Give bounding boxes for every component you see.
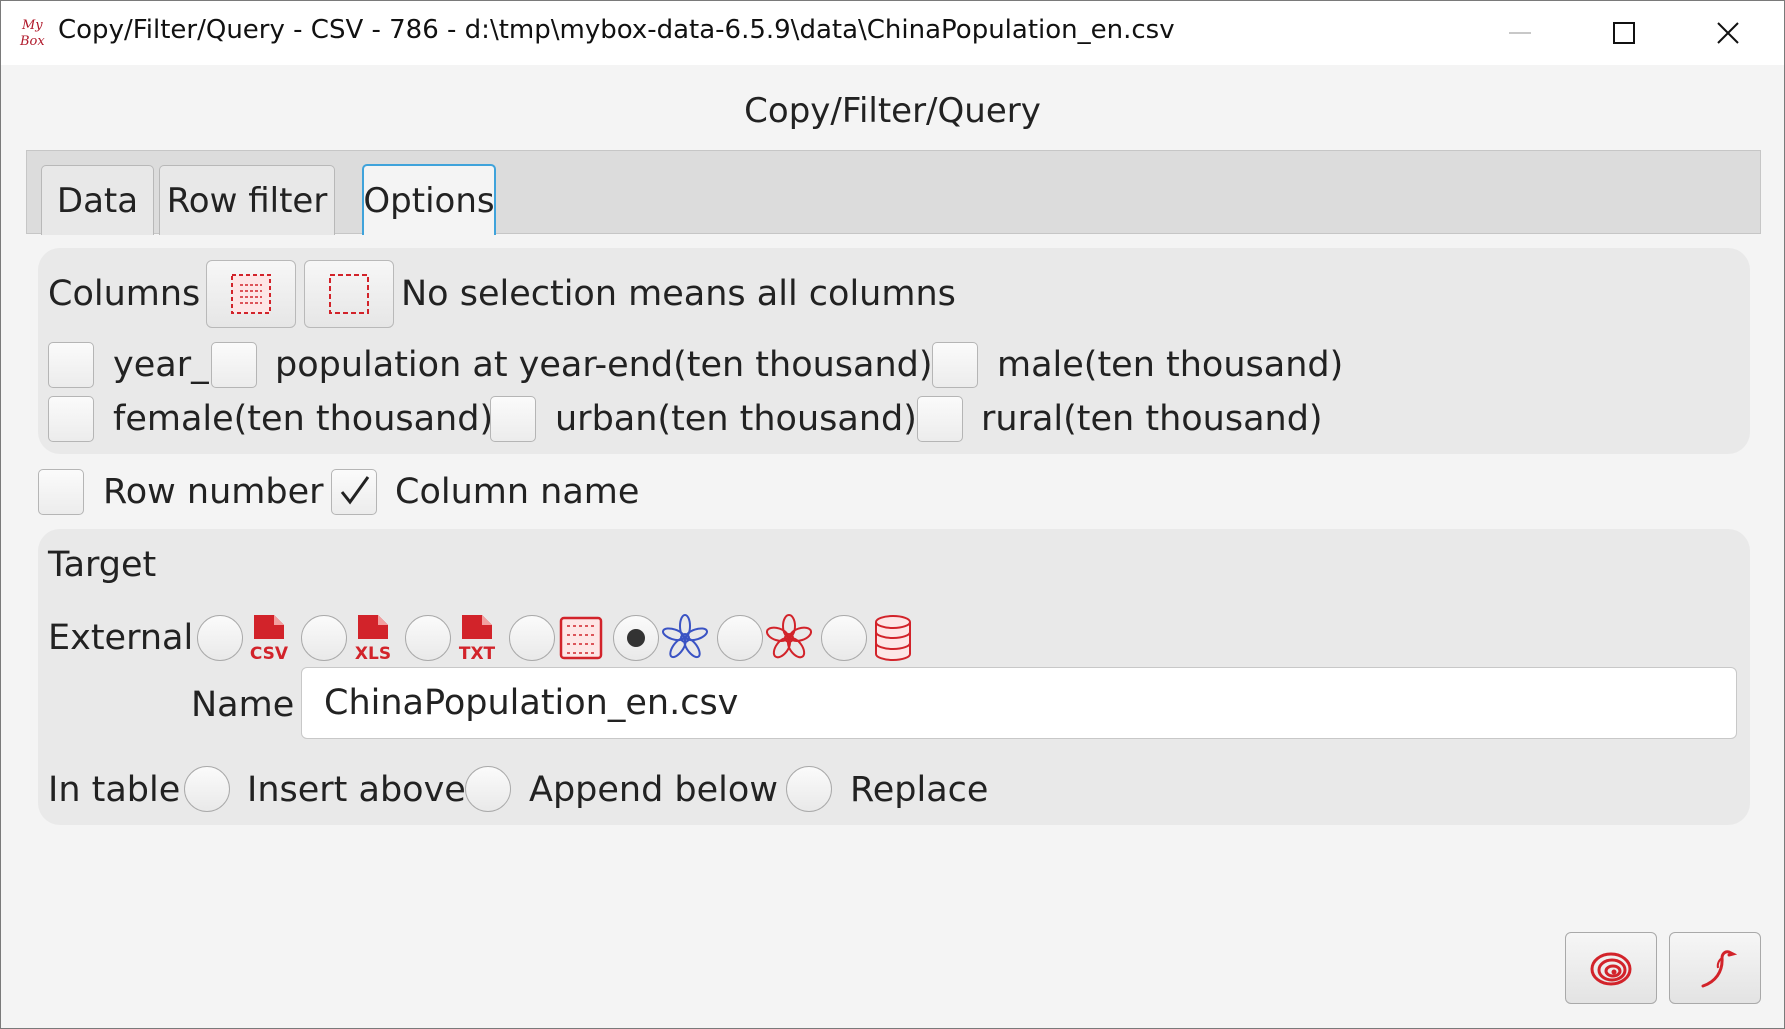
- row-number-checkbox[interactable]: [38, 469, 84, 515]
- columns-hint: No selection means all columns: [401, 274, 956, 314]
- column-label-urban: urban(ten thousand): [555, 399, 917, 439]
- bird-icon: [1701, 950, 1737, 988]
- svg-text:XLS: XLS: [355, 644, 391, 663]
- format-radio-txt[interactable]: [405, 615, 451, 661]
- column-name-label: Column name: [395, 472, 640, 512]
- format-radio-matrix[interactable]: [509, 615, 555, 661]
- column-checkbox-male[interactable]: [932, 342, 978, 388]
- cancel-button[interactable]: [1669, 932, 1761, 1004]
- column-label-population: population at year-end(ten thousand): [275, 345, 933, 385]
- tab-row-filter[interactable]: Row filter: [159, 165, 335, 235]
- page-title: Copy/Filter/Query: [744, 91, 1041, 131]
- column-checkbox-year[interactable]: [48, 342, 94, 388]
- format-radio-blue-flower[interactable]: [613, 615, 659, 661]
- txt-file-icon: TXT: [459, 615, 496, 663]
- append-below-label: Append below: [529, 770, 778, 810]
- select-none-icon: [329, 274, 369, 314]
- tab-bar: Data Row filter Options: [26, 150, 1761, 235]
- target-name-input[interactable]: [301, 667, 1737, 739]
- insert-above-radio[interactable]: [184, 766, 230, 812]
- select-all-icon: [231, 274, 271, 314]
- close-icon: [1717, 22, 1739, 44]
- column-checkbox-rural[interactable]: [917, 396, 963, 442]
- close-button[interactable]: [1676, 1, 1780, 65]
- column-checkbox-urban[interactable]: [490, 396, 536, 442]
- column-checkbox-population[interactable]: [211, 342, 257, 388]
- append-below-radio[interactable]: [465, 766, 511, 812]
- format-radio-database[interactable]: [821, 615, 867, 661]
- database-icon: [875, 615, 911, 661]
- select-none-columns-button[interactable]: [304, 260, 394, 328]
- row-number-label: Row number: [103, 472, 324, 512]
- xls-file-icon: XLS: [355, 615, 391, 663]
- external-label: External: [48, 618, 194, 658]
- svg-text:My: My: [21, 18, 43, 33]
- target-heading: Target: [48, 545, 157, 585]
- in-table-label: In table: [48, 770, 181, 810]
- column-checkbox-female[interactable]: [48, 396, 94, 442]
- svg-text:Box: Box: [19, 34, 45, 49]
- title-bar[interactable]: My Box Copy/Filter/Query - CSV - 786 - d…: [1, 1, 1784, 65]
- window: My Box Copy/Filter/Query - CSV - 786 - d…: [0, 0, 1785, 1029]
- replace-radio[interactable]: [786, 766, 832, 812]
- tab-data[interactable]: Data: [41, 165, 154, 235]
- column-label-rural: rural(ten thousand): [981, 399, 1323, 439]
- spiral-icon: [1590, 952, 1632, 986]
- insert-above-label: Insert above: [247, 770, 466, 810]
- matrix-icon: [559, 616, 603, 660]
- select-all-columns-button[interactable]: [206, 260, 296, 328]
- column-name-checkbox[interactable]: [331, 469, 377, 515]
- format-radio-red-flower[interactable]: [717, 615, 763, 661]
- svg-text:CSV: CSV: [250, 644, 289, 663]
- format-radio-csv[interactable]: [197, 615, 243, 661]
- column-label-female: female(ten thousand): [113, 399, 494, 439]
- checkmark-icon: [340, 476, 370, 505]
- csv-file-icon: CSV: [250, 615, 289, 663]
- maximize-button[interactable]: [1572, 1, 1676, 65]
- columns-label: Columns: [48, 274, 201, 314]
- blue-flower-icon: [662, 614, 708, 659]
- format-radio-xls[interactable]: [301, 615, 347, 661]
- column-label-male: male(ten thousand): [997, 345, 1344, 385]
- tab-options[interactable]: Options: [362, 164, 496, 235]
- ok-button[interactable]: [1565, 932, 1657, 1004]
- column-label-year: year_: [113, 345, 209, 385]
- svg-text:TXT: TXT: [459, 644, 496, 663]
- red-flower-icon: [766, 614, 812, 659]
- mybox-logo-icon: My Box: [19, 15, 53, 51]
- name-label: Name: [191, 685, 295, 725]
- window-title: Copy/Filter/Query - CSV - 786 - d:\tmp\m…: [58, 15, 1175, 45]
- replace-label: Replace: [850, 770, 989, 810]
- minimize-button[interactable]: [1468, 1, 1572, 65]
